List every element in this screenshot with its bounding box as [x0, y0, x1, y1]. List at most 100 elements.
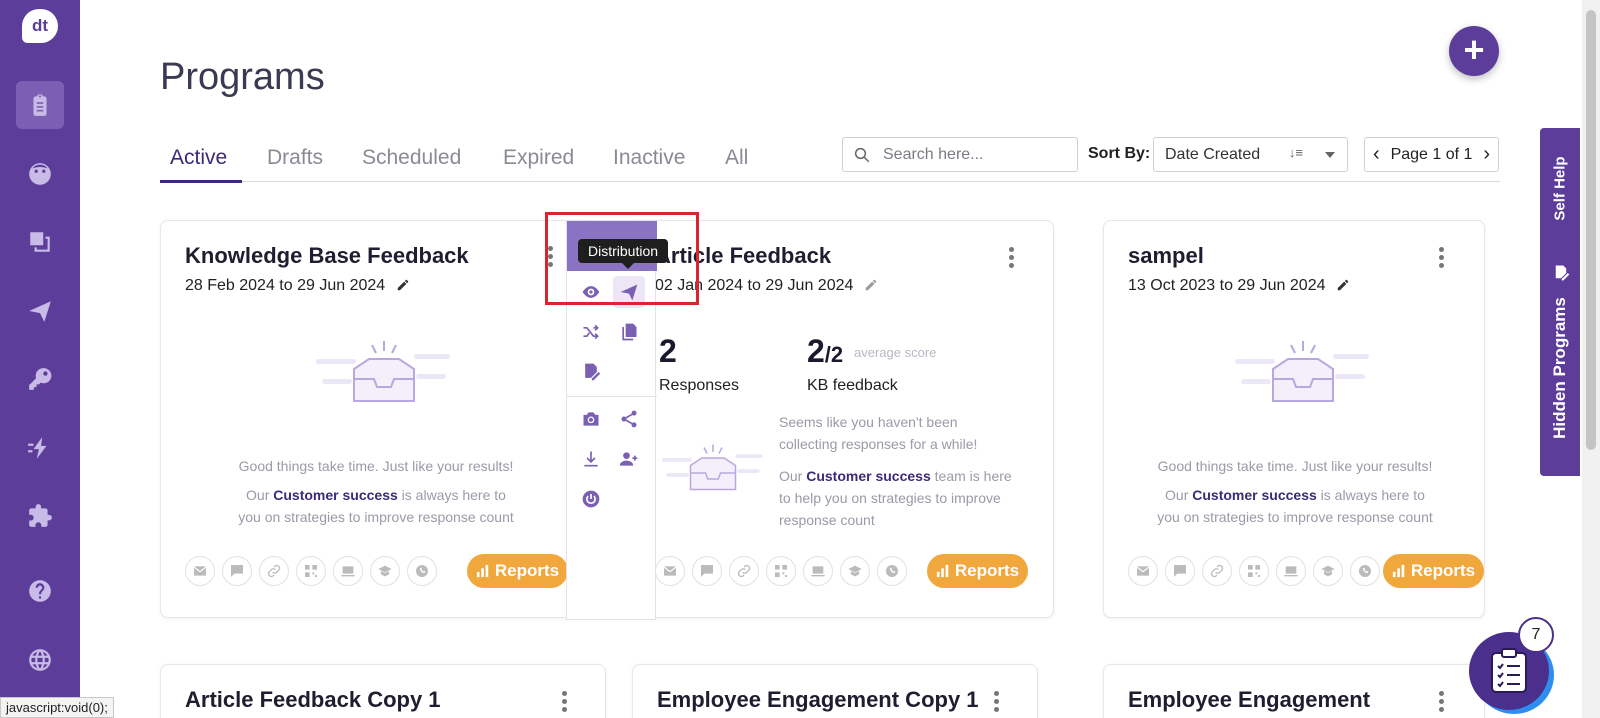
customer-success-link[interactable]: Customer success: [806, 468, 931, 484]
customer-success-link[interactable]: Customer success: [1192, 487, 1317, 503]
self-help-label[interactable]: Self Help: [1552, 156, 1569, 220]
program-title[interactable]: sampel: [1128, 243, 1204, 269]
dt-logo[interactable]: dt: [22, 9, 58, 43]
kiosk-channel-icon[interactable]: [1276, 556, 1306, 586]
kiosk-channel-icon[interactable]: [803, 556, 833, 586]
program-card[interactable]: Knowledge Base Feedback 28 Feb 2024 to 2…: [160, 220, 590, 618]
qr-channel-icon[interactable]: [296, 556, 326, 586]
kiosk-channel-icon[interactable]: [333, 556, 363, 586]
qr-channel-icon[interactable]: [766, 556, 796, 586]
search-icon: [854, 147, 870, 162]
link-channel-icon[interactable]: [259, 556, 289, 586]
program-card[interactable]: Article Feedback Copy 1: [160, 664, 606, 718]
face-icon: [29, 163, 51, 185]
clipboard-icon: [33, 94, 47, 116]
app-channel-icon[interactable]: [1313, 556, 1343, 586]
sms-channel-icon[interactable]: [222, 556, 252, 586]
create-program-button[interactable]: +: [1449, 26, 1499, 76]
copy-icon[interactable]: [613, 316, 645, 348]
hidden-programs-label[interactable]: Hidden Programs: [1550, 297, 1570, 439]
app-channel-icon[interactable]: [840, 556, 870, 586]
email-channel-icon[interactable]: [1128, 556, 1158, 586]
whatsapp-channel-icon[interactable]: [407, 556, 437, 586]
camera-icon[interactable]: [575, 403, 607, 435]
empty-inbox-illustration: [1235, 341, 1369, 402]
inactivity-message: Seems like you haven't been collecting r…: [779, 411, 1012, 531]
edit-icon[interactable]: [864, 278, 878, 292]
download-icon[interactable]: [575, 443, 607, 475]
page-title: Programs: [160, 56, 325, 98]
sidebar-item-distribution[interactable]: [16, 287, 64, 335]
search-box: [842, 137, 1078, 172]
program-card[interactable]: sampel 13 Oct 2023 to 29 Jun 2024 Good t…: [1103, 220, 1485, 618]
sidebar-item-help[interactable]: [16, 567, 64, 615]
search-input[interactable]: [883, 145, 1063, 164]
checklist-icon: [1491, 648, 1527, 693]
program-title[interactable]: Employee Engagement: [1128, 687, 1370, 713]
reports-button[interactable]: Reports: [927, 554, 1028, 588]
edit-icon[interactable]: [396, 278, 410, 292]
chevron-right-icon[interactable]: ›: [1483, 143, 1490, 166]
sms-channel-icon[interactable]: [1165, 556, 1195, 586]
shuffle-icon[interactable]: [575, 316, 607, 348]
tab-drafts[interactable]: Drafts: [267, 146, 323, 170]
page-scrollbar[interactable]: [1582, 0, 1600, 718]
share-icon[interactable]: [613, 403, 645, 435]
message-line-1: Seems like you haven't been: [779, 414, 958, 430]
sort-by-label: Sort By:: [1088, 145, 1151, 162]
qr-channel-icon[interactable]: [1239, 556, 1269, 586]
card-menu-icon[interactable]: [1436, 689, 1446, 713]
edit-icon[interactable]: [1336, 278, 1350, 292]
link-channel-icon[interactable]: [1202, 556, 1232, 586]
tab-active[interactable]: Active: [170, 146, 227, 170]
hidden-programs-icon: [1555, 265, 1570, 281]
scrollbar-thumb[interactable]: [1586, 10, 1596, 450]
card-menu-icon[interactable]: [559, 689, 569, 713]
power-icon[interactable]: [575, 483, 607, 515]
empty-line-1: Good things take time. Just like your re…: [1157, 458, 1433, 474]
sidebar-item-keys[interactable]: [16, 355, 64, 403]
app-channel-icon[interactable]: [370, 556, 400, 586]
tab-expired[interactable]: Expired: [503, 146, 574, 170]
card-menu-icon[interactable]: [991, 689, 1001, 713]
email-channel-icon[interactable]: [185, 556, 215, 586]
card-menu-icon[interactable]: [1436, 245, 1446, 269]
add-user-icon[interactable]: [613, 443, 645, 475]
card-menu-icon[interactable]: [1006, 245, 1016, 269]
program-title[interactable]: Article Feedback Copy 1: [185, 687, 441, 713]
tab-inactive[interactable]: Inactive: [613, 146, 685, 170]
sidebar-item-programs[interactable]: [16, 81, 64, 129]
program-card[interactable]: Employee Engagement: [1103, 664, 1485, 718]
sidebar-item-templates[interactable]: [16, 218, 64, 266]
date-text: 28 Feb 2024 to 29 Jun 2024: [185, 277, 386, 294]
chevron-left-icon[interactable]: ‹: [1373, 143, 1380, 166]
whatsapp-channel-icon[interactable]: [1350, 556, 1380, 586]
pagination: ‹ Page 1 of 1 ›: [1364, 137, 1499, 172]
program-title[interactable]: Employee Engagement Copy 1: [657, 687, 979, 713]
globe-icon: [29, 649, 51, 671]
send-icon: [29, 301, 51, 322]
tab-scheduled[interactable]: Scheduled: [362, 146, 461, 170]
customer-success-link[interactable]: Customer success: [273, 487, 398, 503]
self-help-tab[interactable]: Self Help Hidden Programs: [1540, 128, 1580, 476]
sms-channel-icon[interactable]: [692, 556, 722, 586]
link-channel-icon[interactable]: [729, 556, 759, 586]
empty-line-2: Our Customer success is always here to: [246, 487, 506, 503]
edit-document-icon[interactable]: [575, 356, 607, 388]
sort-by-select[interactable]: Date Created ↓≡: [1153, 137, 1348, 172]
empty-line-1: Good things take time. Just like your re…: [238, 458, 514, 474]
sidebar-item-experience[interactable]: [16, 150, 64, 198]
reports-button[interactable]: Reports: [1383, 554, 1484, 588]
channel-icons: [1128, 556, 1380, 586]
sidebar-item-language[interactable]: [16, 636, 64, 684]
sidebar-item-integrations[interactable]: [16, 492, 64, 540]
flash-icon: [28, 437, 47, 459]
sidebar-item-automation[interactable]: [16, 424, 64, 472]
email-channel-icon[interactable]: [655, 556, 685, 586]
sort-order-icon[interactable]: ↓≡: [1289, 145, 1303, 160]
tab-all[interactable]: All: [725, 146, 748, 170]
reports-button[interactable]: Reports: [467, 554, 568, 588]
whatsapp-channel-icon[interactable]: [877, 556, 907, 586]
program-title[interactable]: Knowledge Base Feedback: [185, 243, 469, 269]
program-card[interactable]: Employee Engagement Copy 1: [632, 664, 1038, 718]
